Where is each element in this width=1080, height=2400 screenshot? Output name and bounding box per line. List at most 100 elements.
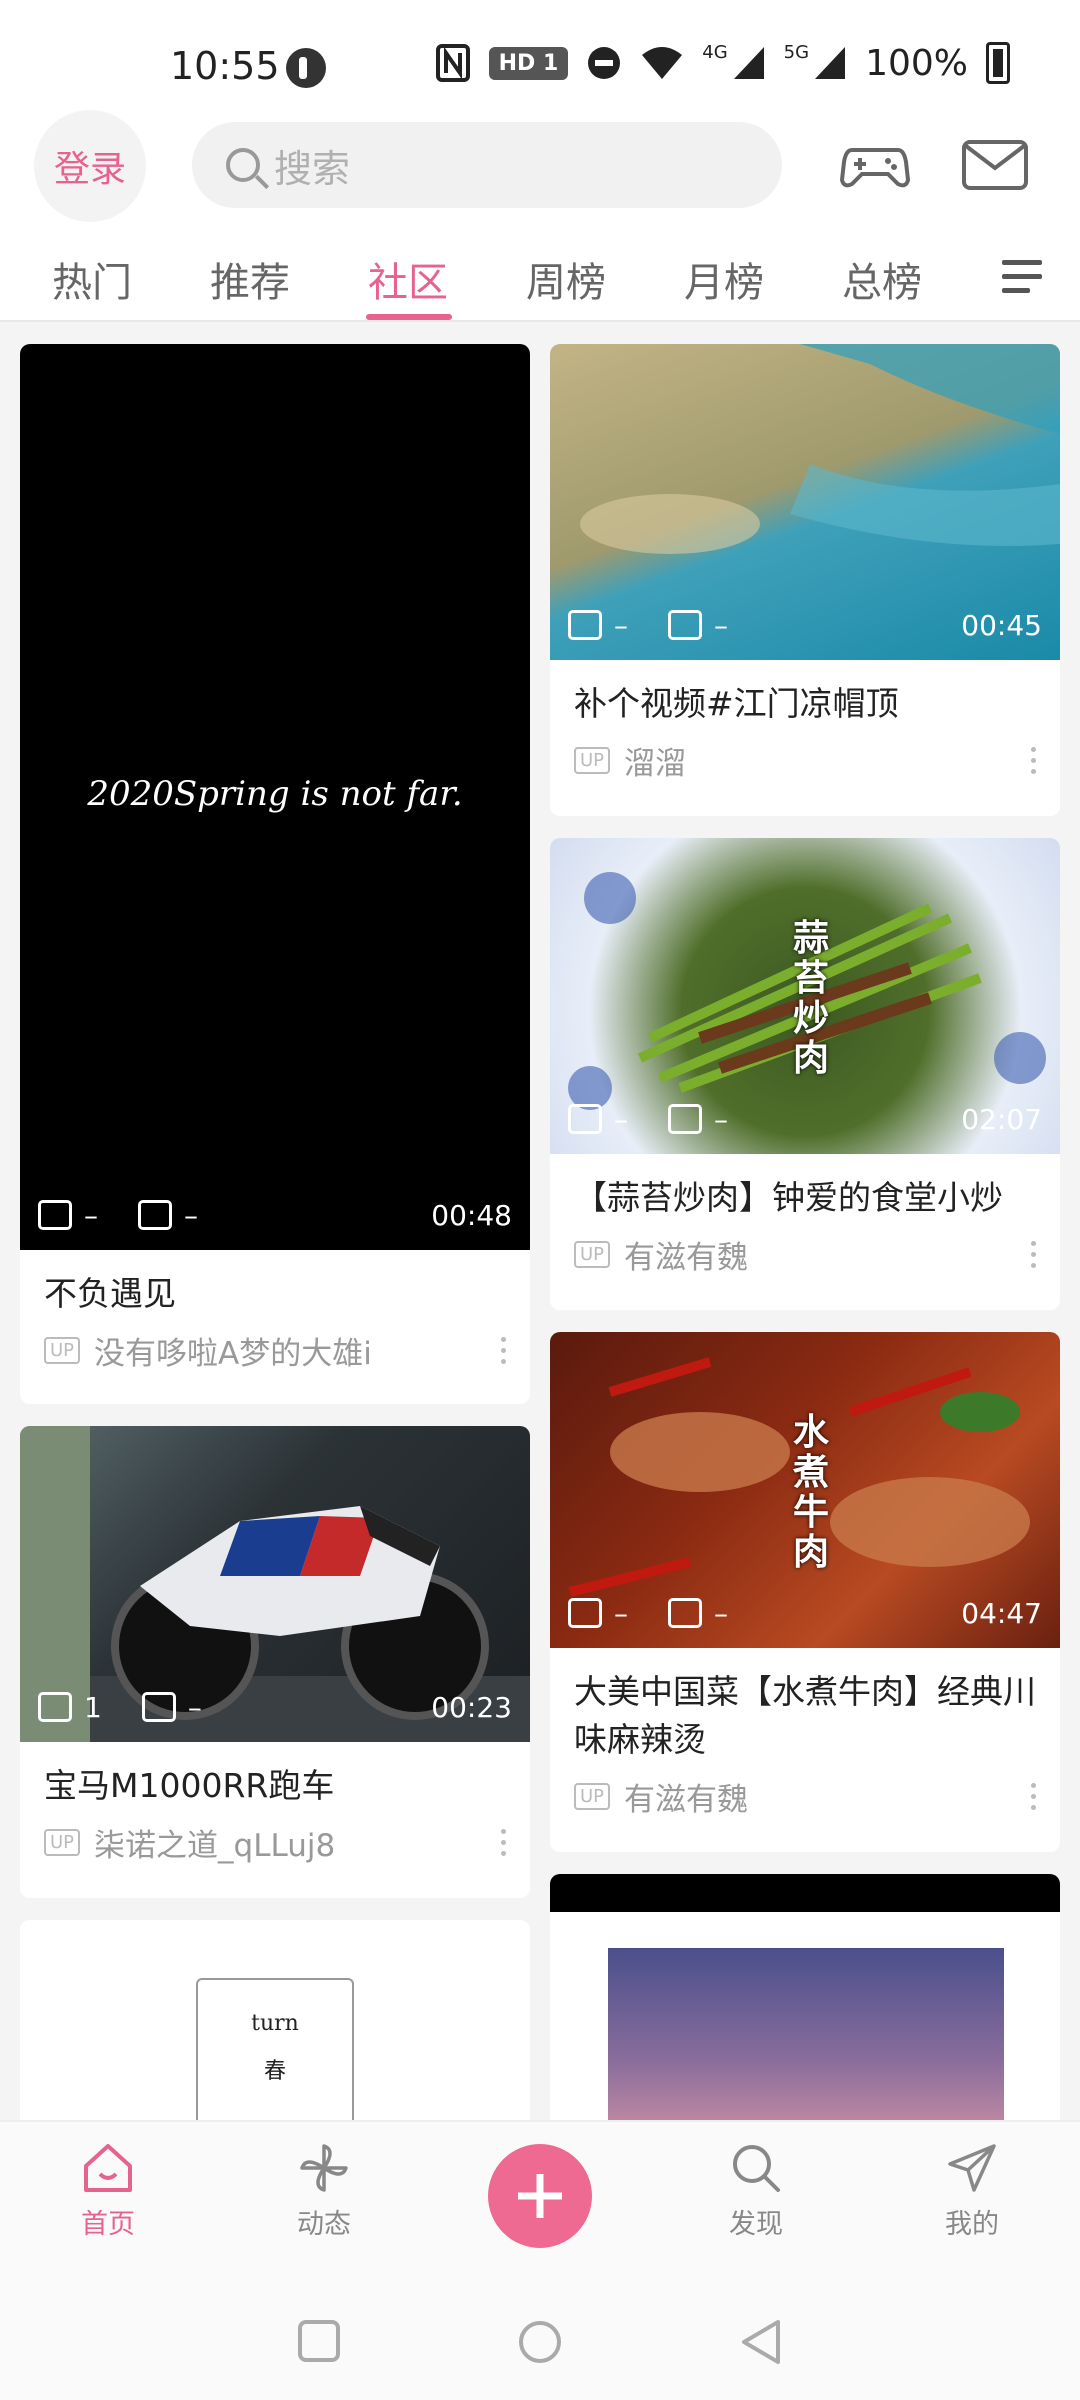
video-card[interactable]: 蒜苔炒肉 – – 02:07 【蒜苔炒肉】钟爱的食堂小炒 UP 有滋有魏 <box>550 838 1060 1310</box>
top-header: 登录 搜索 <box>0 110 1080 230</box>
tab-hot[interactable]: 热门 <box>52 250 132 308</box>
app-indicator-icon <box>286 48 326 88</box>
tab-monthly[interactable]: 月榜 <box>684 250 764 308</box>
video-title[interactable]: 补个视频#江门凉帽顶 <box>550 660 1060 728</box>
video-thumbnail[interactable]: 蒜苔炒肉 – – 02:07 <box>550 838 1060 1154</box>
video-card[interactable]: 水煮牛肉 – – 04:47 大美中国菜【水煮牛肉】经典川味麻辣烫 UP 有滋有… <box>550 1332 1060 1852</box>
up-badge: UP <box>574 1783 611 1810</box>
video-meta: UP 柒诺之道_qLLuj8 <box>20 1810 530 1887</box>
comment-icon <box>668 610 702 640</box>
author-name[interactable]: 有滋有魏 <box>624 1232 748 1277</box>
video-card[interactable]: 1 – 00:23 宝马M1000RR跑车 UP 柒诺之道_qLLuj8 <box>20 1426 530 1898</box>
status-icons: HD 1 4G 5G 100% <box>435 42 1010 84</box>
thumbnail-stats: – – 00:45 <box>550 590 1060 660</box>
video-card[interactable] <box>550 1874 1060 2120</box>
share-icon <box>568 610 602 640</box>
share-count: – <box>614 608 628 642</box>
thumbnail-stats: – – 02:07 <box>550 1084 1060 1154</box>
share-count: – <box>84 1198 98 1232</box>
gamepad-icon[interactable] <box>838 128 912 202</box>
author-name[interactable]: 柒诺之道_qLLuj8 <box>94 1820 335 1865</box>
video-thumbnail[interactable]: – – 00:45 <box>550 344 1060 660</box>
pinwheel-icon <box>300 2144 348 2192</box>
dnd-icon <box>588 47 621 79</box>
comment-count: – <box>714 1596 728 1630</box>
more-options-icon[interactable] <box>1031 1241 1036 1268</box>
video-thumbnail[interactable]: turn 春 <box>20 1920 530 2120</box>
thumbnail-stats: – – 00:48 <box>20 1180 530 1250</box>
author-name[interactable]: 有滋有魏 <box>624 1774 748 1819</box>
share-icon <box>38 1692 72 1722</box>
nav-home[interactable]: 首页 <box>48 2140 168 2241</box>
battery-percent: 100% <box>865 42 968 84</box>
video-meta: UP 没有哆啦A梦的大雄i <box>20 1318 530 1395</box>
video-meta: UP 有滋有魏 <box>550 1764 1060 1841</box>
video-meta: UP 有滋有魏 <box>550 1222 1060 1299</box>
comment-icon <box>668 1598 702 1628</box>
author-name[interactable]: 溜溜 <box>624 738 686 783</box>
home-circle-icon[interactable] <box>516 2318 564 2366</box>
create-button[interactable] <box>488 2144 592 2248</box>
more-options-icon[interactable] <box>501 1337 506 1364</box>
network-4g-label: 4G <box>702 42 728 63</box>
thumbnail-stats: 1 – 00:23 <box>20 1672 530 1742</box>
video-duration: 00:48 <box>431 1198 512 1232</box>
mail-icon[interactable] <box>958 128 1032 202</box>
up-badge: UP <box>44 1829 81 1856</box>
paper-plane-icon <box>948 2144 996 2192</box>
nav-me[interactable]: 我的 <box>912 2140 1032 2241</box>
tab-community[interactable]: 社区 <box>368 250 448 308</box>
video-thumbnail[interactable]: 水煮牛肉 – – 04:47 <box>550 1332 1060 1648</box>
more-options-icon[interactable] <box>1031 747 1036 774</box>
video-thumbnail[interactable] <box>550 1874 1060 2120</box>
tabs-menu-icon[interactable] <box>1002 260 1042 302</box>
network-5g-label: 5G <box>783 42 810 63</box>
tab-weekly[interactable]: 周榜 <box>526 250 606 308</box>
author-name[interactable]: 没有哆啦A梦的大雄i <box>94 1328 372 1373</box>
nav-me-label: 我的 <box>945 2209 999 2240</box>
video-duration: 02:07 <box>961 1102 1042 1136</box>
more-options-icon[interactable] <box>1031 1783 1036 1810</box>
search-bar[interactable]: 搜索 <box>192 122 782 208</box>
comment-count: – <box>714 1102 728 1136</box>
nav-feed[interactable]: 动态 <box>264 2140 384 2241</box>
nav-discover[interactable]: 发现 <box>696 2140 816 2241</box>
nfc-icon <box>435 44 470 82</box>
bottom-navigation: 首页 动态 发现 我的 <box>0 2120 1080 2280</box>
share-count: – <box>614 1596 628 1630</box>
video-title[interactable]: 不负遇见 <box>20 1250 530 1318</box>
nav-home-label: 首页 <box>81 2209 135 2240</box>
tab-alltime[interactable]: 总榜 <box>842 250 922 308</box>
video-card[interactable]: – – 00:45 补个视频#江门凉帽顶 UP 溜溜 <box>550 344 1060 816</box>
back-icon[interactable] <box>738 2318 784 2366</box>
video-card[interactable]: 2020Spring is not far. – – 00:48 不负遇见 UP… <box>20 344 530 1404</box>
system-navigation <box>0 2280 1080 2400</box>
share-count: 1 <box>84 1690 102 1724</box>
search-placeholder: 搜索 <box>274 146 351 191</box>
recent-apps-icon[interactable] <box>296 2318 342 2364</box>
more-options-icon[interactable] <box>501 1829 506 1856</box>
thumbnail-caption: 蒜苔炒肉 <box>792 917 829 1079</box>
video-title[interactable]: 宝马M1000RR跑车 <box>20 1742 530 1810</box>
video-title[interactable]: 【蒜苔炒肉】钟爱的食堂小炒 <box>550 1154 1060 1222</box>
video-duration: 00:45 <box>961 608 1042 642</box>
comment-icon <box>138 1200 172 1230</box>
up-badge: UP <box>574 747 611 774</box>
up-badge: UP <box>44 1337 81 1364</box>
battery-icon <box>986 42 1010 84</box>
video-feed[interactable]: 2020Spring is not far. – – 00:48 不负遇见 UP… <box>0 324 1080 2120</box>
up-badge: UP <box>574 1241 611 1268</box>
comment-count: – <box>184 1198 198 1232</box>
video-card[interactable]: turn 春 <box>20 1920 530 2120</box>
thumbnail-caption: 水煮牛肉 <box>792 1411 829 1573</box>
video-thumbnail[interactable]: 2020Spring is not far. – – 00:48 <box>20 344 530 1250</box>
thumbnail-stats: – – 04:47 <box>550 1578 1060 1648</box>
video-thumbnail[interactable]: 1 – 00:23 <box>20 1426 530 1742</box>
category-tabs: 热门 推荐 社区 周榜 月榜 总榜 <box>0 230 1080 322</box>
video-title[interactable]: 大美中国菜【水煮牛肉】经典川味麻辣烫 <box>550 1648 1060 1764</box>
login-button[interactable]: 登录 <box>34 110 146 222</box>
nav-discover-label: 发现 <box>729 2209 783 2240</box>
wifi-icon <box>642 47 683 79</box>
video-duration: 00:23 <box>431 1690 512 1724</box>
tab-recommend[interactable]: 推荐 <box>210 250 290 308</box>
